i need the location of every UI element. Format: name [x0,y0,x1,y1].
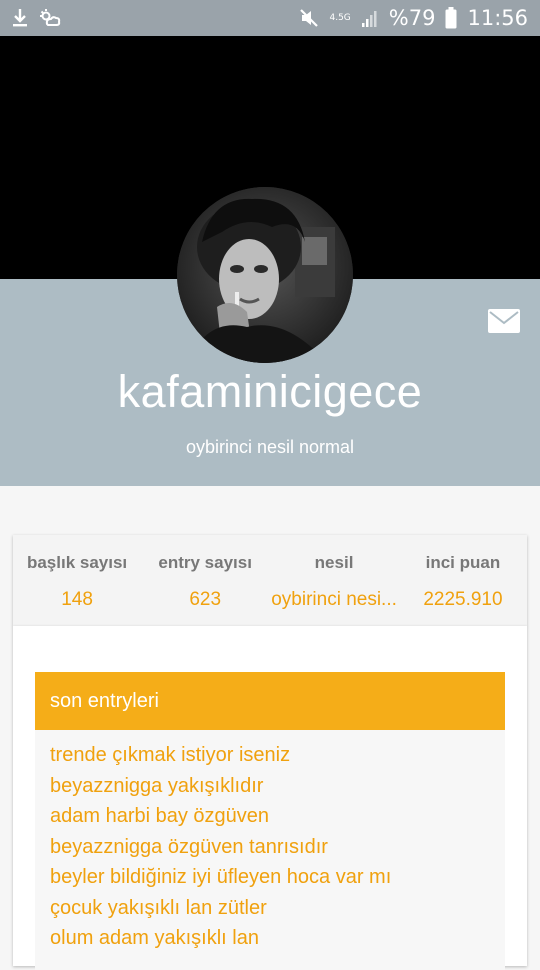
recent-entries-header: son entryleri [35,672,505,730]
stat-topic-count[interactable]: başlık sayısı 148 [13,535,141,626]
entry-link[interactable]: trende çıkmak istiyor iseniz [35,740,505,771]
stat-label: nesil [314,553,354,572]
entry-link[interactable]: olum adam yakışıklı lan [35,923,505,954]
network-type: 4.5G [329,12,351,23]
entry-link[interactable]: beyler bildiğiniz iyi üfleyen hoca var m… [35,862,505,893]
avatar-image [177,187,353,363]
message-button[interactable] [488,309,520,333]
stat-value: oybirinci nesi... [271,589,397,610]
battery-icon [445,7,457,29]
stat-karma: inci puan 2225.910 [399,535,527,626]
mail-icon [488,309,520,333]
signal-icon [361,7,379,29]
stat-value: 148 [61,589,93,610]
stat-generation: nesil oybirinci nesi... [269,535,399,626]
entry-link[interactable]: çocuk yakışıklı lan zütler [35,893,505,924]
stat-label: inci puan [425,553,501,572]
user-rank: oybirinci nesil normal [185,437,355,457]
stats-card: başlık sayısı 148 entry sayısı 623 nesil… [13,535,527,626]
battery-percent: %79 [388,6,436,30]
username: kafaminicigece [117,366,423,417]
clock: 11:56 [467,6,528,30]
entry-link[interactable]: beyazznigga yakışıklıdır [35,771,505,802]
recent-entries-card: son entryleri trende çıkmak istiyor isen… [13,626,527,970]
download-icon [12,7,28,29]
entry-link[interactable]: beyazznigga özgüven tanrısıdır [35,832,505,863]
entry-link[interactable]: adam harbi bay özgüven [35,801,505,832]
weather-icon [38,7,62,29]
stat-label: başlık sayısı [26,553,128,572]
avatar[interactable] [177,187,353,363]
stat-value: 2225.910 [423,589,503,610]
stat-label: entry sayısı [158,553,252,572]
status-bar: 4.5G %79 11:56 [0,0,540,36]
mute-icon [299,7,319,29]
stat-entry-count[interactable]: entry sayısı 623 [141,535,269,626]
recent-entries-list: trende çıkmak istiyor iseniz beyazznigga… [35,730,505,970]
stat-value: 623 [189,589,222,610]
